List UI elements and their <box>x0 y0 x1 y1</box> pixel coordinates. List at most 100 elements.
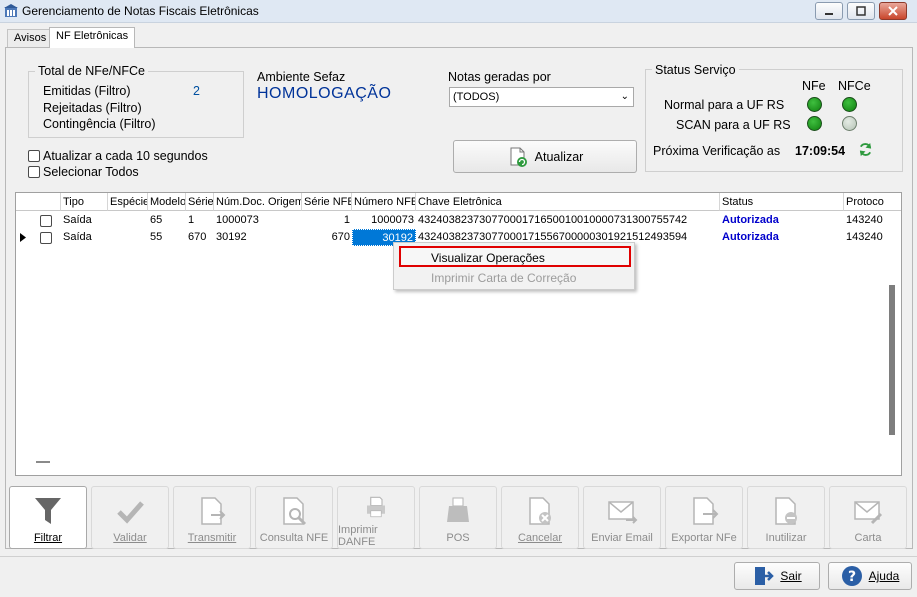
auto-refresh-checkbox[interactable] <box>28 150 40 162</box>
print-danfe-button[interactable]: Imprimir DANFE <box>337 486 415 549</box>
cell-especie <box>108 229 148 246</box>
column-header-numero-nfe[interactable]: Número NFE <box>352 193 416 211</box>
row-select-checkbox[interactable] <box>40 215 52 227</box>
current-row-indicator-icon <box>20 233 26 242</box>
disable-number-button[interactable]: Inutilizar <box>747 486 825 549</box>
validate-button[interactable]: Validar <box>91 486 169 549</box>
auto-refresh-option[interactable]: Atualizar a cada 10 segundos <box>28 149 208 163</box>
disable-number-label: Inutilizar <box>765 532 807 544</box>
notas-label: Notas geradas por <box>448 70 551 84</box>
cell-num-doc: 30192 <box>216 231 247 243</box>
maximize-icon <box>856 6 866 16</box>
help-icon: ? <box>841 566 862 586</box>
document-send-icon <box>201 497 226 525</box>
grid-footer-divider <box>36 461 50 463</box>
notas-select-value: (TODOS) <box>453 91 500 103</box>
cell-serie-nfe: 670 <box>331 231 350 243</box>
query-nfe-label: Consulta NFE <box>259 532 329 544</box>
column-header-modelo[interactable]: Modelo <box>148 193 186 211</box>
ambiente-value: HOMOLOGAÇÃO <box>257 85 392 102</box>
cell-serie: 1 <box>188 214 195 226</box>
menu-item-visualizar-operacoes[interactable]: Visualizar Operações <box>399 246 631 267</box>
close-button[interactable] <box>879 2 907 20</box>
minimize-icon <box>825 13 833 15</box>
email-icon <box>608 501 638 524</box>
status-scan-nfce-indicator <box>842 116 857 131</box>
document-cancel-icon <box>529 497 551 525</box>
select-all-label: Selecionar Todos <box>43 165 139 179</box>
cell-tipo: Saída <box>63 231 92 243</box>
refresh-button[interactable]: Atualizar <box>453 140 637 173</box>
row-select-checkbox[interactable] <box>40 232 52 244</box>
maximize-button[interactable] <box>847 2 875 20</box>
status-normal-nfe-indicator <box>807 97 822 112</box>
correction-letter-label: Carta <box>854 532 882 544</box>
notas-select[interactable]: (TODOS) ⌄ <box>449 87 634 107</box>
cell-numero-nfe: 1000073 <box>371 214 414 226</box>
cell-protocolo: 143240 <box>846 231 883 243</box>
cancel-nfe-label: Cancelar <box>517 532 563 544</box>
export-nfe-button[interactable]: Exportar NFe <box>665 486 743 549</box>
cell-status: Autorizada <box>722 231 779 243</box>
vertical-scrollbar[interactable] <box>889 285 895 435</box>
tab-avisos[interactable]: Avisos <box>7 29 54 47</box>
check-icon <box>117 501 144 524</box>
column-header-status[interactable]: Status <box>720 193 844 211</box>
status-normal-label: Normal para a UF RS <box>664 98 785 112</box>
grid-header-select <box>16 193 61 211</box>
table-row[interactable]: Saída 65 1 1000073 1 1000073 43240382373… <box>16 212 901 229</box>
minimize-button[interactable] <box>815 2 843 20</box>
column-header-serie[interactable]: Série <box>186 193 214 211</box>
column-header-chave[interactable]: Chave Eletrônica <box>416 193 720 211</box>
exit-button[interactable]: Sair <box>734 562 820 590</box>
window-title: Gerenciamento de Notas Fiscais Eletrônic… <box>22 4 259 18</box>
pos-printer-icon <box>447 497 469 522</box>
column-header-num-doc[interactable]: Núm.Doc. Origem <box>214 193 302 211</box>
status-col-nfce: NFCe <box>838 79 871 93</box>
pos-button[interactable]: POS <box>419 486 497 549</box>
title-bar: Gerenciamento de Notas Fiscais Eletrônic… <box>0 0 917 23</box>
correction-letter-button[interactable]: Carta <box>829 486 907 549</box>
select-all-checkbox[interactable] <box>28 166 40 178</box>
filter-button[interactable]: Filtrar <box>9 486 87 549</box>
emitidas-value: 2 <box>193 84 200 98</box>
contingencia-label: Contingência (Filtro) <box>43 117 156 131</box>
help-label: Ajuda <box>868 569 900 583</box>
cell-modelo: 55 <box>150 231 163 243</box>
send-email-button[interactable]: Enviar Email <box>583 486 661 549</box>
action-toolbar: Filtrar Validar Transmitir Consulta NFE … <box>7 484 909 552</box>
tab-nf-eletronicas[interactable]: NF Eletrônicas <box>49 27 136 48</box>
notes-grid[interactable]: Tipo Espécie Modelo Série Núm.Doc. Orige… <box>15 192 902 476</box>
cell-serie: 670 <box>188 231 207 243</box>
emitidas-label: Emitidas (Filtro) <box>43 84 131 98</box>
status-normal-nfce-indicator <box>842 97 857 112</box>
refresh-icon[interactable] <box>858 142 873 157</box>
document-refresh-icon <box>510 147 527 167</box>
column-header-serie-nfe[interactable]: Série NFE <box>302 193 352 211</box>
svg-text:?: ? <box>848 569 856 585</box>
close-icon <box>888 6 898 16</box>
help-button[interactable]: ? Ajuda <box>828 562 912 590</box>
transmit-label: Transmitir <box>187 532 237 544</box>
status-scan-nfe-indicator <box>807 116 822 131</box>
totals-group: Total de NFe/NFCe Emitidas (Filtro) 2 Re… <box>28 64 244 138</box>
refresh-label: Atualizar <box>534 149 584 164</box>
query-nfe-button[interactable]: Consulta NFE <box>255 486 333 549</box>
column-header-especie[interactable]: Espécie <box>108 193 148 211</box>
exit-label: Sair <box>780 569 802 583</box>
footer-divider <box>0 556 917 557</box>
letter-icon <box>854 501 883 525</box>
status-scan-label: SCAN para a UF RS <box>676 118 791 132</box>
menu-item-imprimir-carta-correcao[interactable]: Imprimir Carta de Correção <box>431 271 576 285</box>
cancel-nfe-button[interactable]: Cancelar <box>501 486 579 549</box>
pos-label: POS <box>446 532 470 544</box>
select-all-option[interactable]: Selecionar Todos <box>28 165 139 179</box>
validate-label: Validar <box>113 532 147 544</box>
rejeitadas-label: Rejeitadas (Filtro) <box>43 101 142 115</box>
column-header-tipo[interactable]: Tipo <box>61 193 108 211</box>
column-header-protocolo[interactable]: Protoco <box>844 193 901 211</box>
export-nfe-label: Exportar NFe <box>671 532 737 544</box>
next-check-time: 17:09:54 <box>795 144 846 158</box>
chevron-down-icon: ⌄ <box>620 91 629 102</box>
transmit-button[interactable]: Transmitir <box>173 486 251 549</box>
